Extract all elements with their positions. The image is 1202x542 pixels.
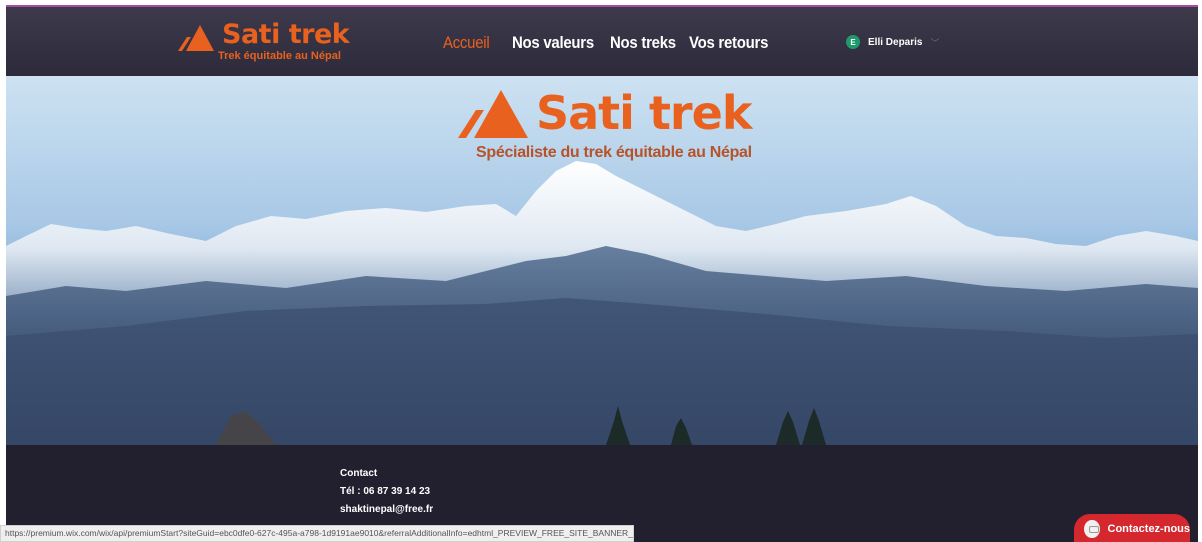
chevron-down-icon: ﹀ (930, 37, 940, 48)
user-menu[interactable]: E Elli Deparis ﹀ (846, 35, 939, 49)
chat-bubble-icon (1084, 520, 1100, 538)
site-page: Sati trek Trek équitable au Népal Accuei… (6, 5, 1198, 542)
contact-phone: Tél : 06 87 39 14 23 (340, 486, 431, 497)
nav-nos-valeurs[interactable]: Nos valeurs (512, 33, 594, 53)
main-nav: Accueil Nos valeurs Nos treks Vos retour… (443, 33, 796, 53)
site-header: Sati trek Trek équitable au Népal Accuei… (6, 5, 1198, 76)
hero-subtitle: Spécialiste du trek équitable au Népal (476, 144, 752, 161)
hero-title-text: Sati trek (536, 86, 752, 140)
avatar: E (846, 35, 860, 49)
nav-accueil[interactable]: Accueil (443, 33, 490, 53)
contact-email[interactable]: shaktinepal@free.fr (340, 501, 433, 519)
nav-vos-retours[interactable]: Vos retours (689, 33, 768, 53)
contact-us-button[interactable]: Contactez-nous (1074, 514, 1190, 542)
mountain-logo-icon (458, 90, 528, 138)
logo-name: Sati trek (222, 19, 350, 50)
status-bar-url: https://premium.wix.com/wix/api/premiumS… (0, 525, 634, 542)
nav-nos-treks[interactable]: Nos treks (610, 33, 676, 53)
mountain-logo-icon (178, 25, 214, 51)
footer-contact: Contact Tél : 06 87 39 14 23 shaktinepal… (340, 465, 433, 519)
logo-tagline: Trek équitable au Népal (218, 50, 341, 62)
contact-heading: Contact (340, 468, 378, 479)
contact-us-label: Contactez-nous (1107, 523, 1191, 535)
hero-banner: Sati trek Spécialiste du trek équitable … (6, 76, 1198, 445)
user-name: Elli Deparis (868, 36, 923, 48)
